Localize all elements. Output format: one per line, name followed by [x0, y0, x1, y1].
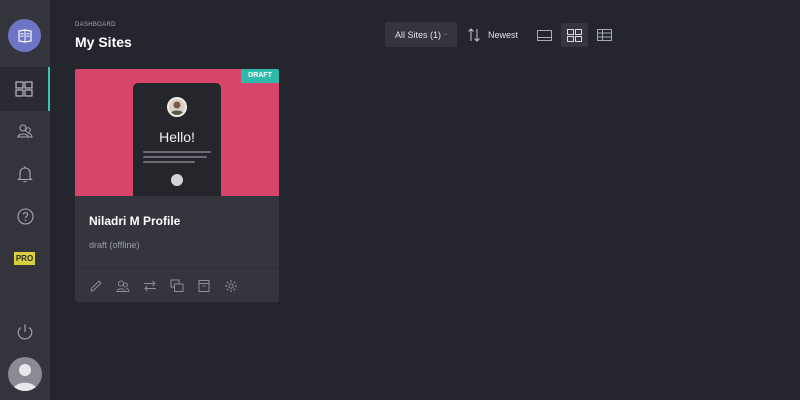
- transfer-button[interactable]: [143, 278, 170, 294]
- settings-button[interactable]: [224, 278, 251, 294]
- user-icon: [13, 364, 37, 391]
- view-grid-button[interactable]: [561, 23, 588, 47]
- sort-label: Newest: [488, 30, 519, 40]
- logo[interactable]: [8, 19, 41, 52]
- duplicate-icon: [170, 279, 184, 292]
- view-table-button[interactable]: [591, 23, 618, 47]
- grid-view-icon: [567, 28, 582, 42]
- user-avatar[interactable]: [8, 357, 42, 391]
- settings-icon: [225, 280, 237, 292]
- sidebar-item-notifications[interactable]: [0, 152, 50, 196]
- sidebar-item-help[interactable]: [0, 194, 50, 238]
- page-title: My Sites: [75, 34, 132, 50]
- status-badge: DRAFT: [241, 69, 279, 83]
- sidebar-item-sites[interactable]: [0, 67, 50, 111]
- pro-badge[interactable]: PRO: [14, 252, 35, 265]
- preview-avatar: [167, 97, 187, 117]
- preview-text-lines: [143, 151, 211, 166]
- site-status: draft (offline): [89, 240, 140, 250]
- view-list-button[interactable]: [531, 23, 558, 47]
- site-filter-label: All Sites (1): [395, 29, 442, 40]
- collaborators-button[interactable]: [116, 278, 143, 294]
- preview-greeting: Hello!: [159, 129, 195, 145]
- transfer-icon: [144, 280, 156, 292]
- users-icon: [116, 280, 130, 292]
- archive-icon: [198, 280, 210, 292]
- grid-icon: [15, 81, 33, 97]
- power-icon: [17, 324, 33, 340]
- card-divider: [75, 268, 279, 269]
- duplicate-button[interactable]: [170, 278, 197, 294]
- list-view-icon: [537, 29, 552, 41]
- logo-icon: [17, 28, 32, 43]
- breadcrumb: DASHBOARD: [75, 22, 116, 28]
- sidebar: PRO: [0, 0, 50, 400]
- site-thumbnail[interactable]: Hello! DRAFT: [75, 69, 279, 196]
- sort-icon: [468, 28, 480, 42]
- table-view-icon: [597, 29, 612, 41]
- site-filter-dropdown[interactable]: All Sites (1) ⌄: [385, 22, 457, 47]
- preview-button: [171, 174, 183, 186]
- users-icon: [17, 124, 33, 138]
- bell-icon: [17, 166, 33, 183]
- profile-photo-icon: [170, 101, 184, 115]
- site-card[interactable]: Hello! DRAFT Niladri M Profile draft (of…: [75, 69, 279, 302]
- edit-button[interactable]: [89, 278, 116, 294]
- card-actions: [89, 278, 251, 294]
- sidebar-item-logout[interactable]: [0, 310, 50, 354]
- edit-icon: [90, 280, 102, 292]
- chevron-down-icon: ⌄: [442, 31, 448, 37]
- archive-button[interactable]: [197, 278, 224, 294]
- sort-button[interactable]: Newest: [467, 24, 518, 46]
- sidebar-item-users[interactable]: [0, 109, 50, 153]
- help-icon: [16, 207, 34, 225]
- site-name[interactable]: Niladri M Profile: [89, 214, 180, 228]
- site-preview: Hello!: [133, 83, 221, 196]
